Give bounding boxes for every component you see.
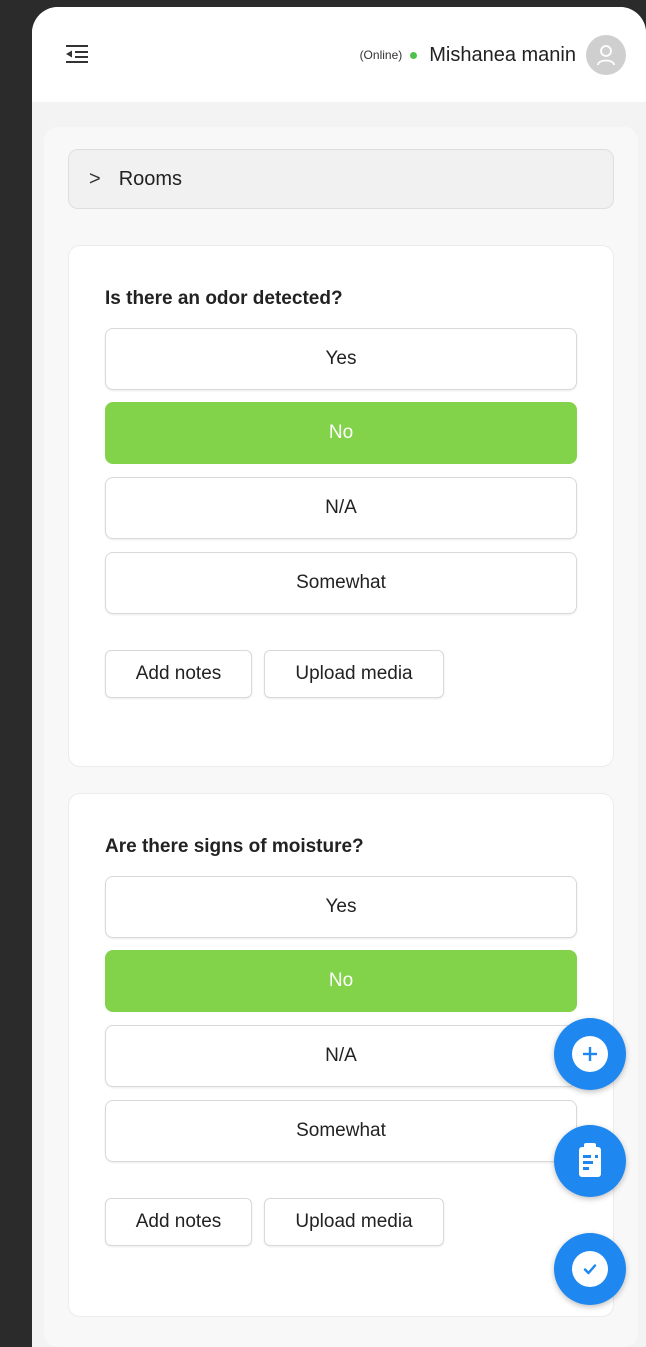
online-dot-icon — [410, 51, 418, 59]
add-fab-button[interactable] — [554, 1018, 626, 1090]
avatar[interactable] — [586, 35, 626, 75]
option-somewhat[interactable]: Somewhat — [105, 552, 577, 614]
question-card-moisture: Are there signs of moisture? Yes No N/A … — [68, 793, 614, 1317]
option-yes[interactable]: Yes — [105, 876, 577, 938]
rooms-accordion[interactable]: > Rooms — [68, 149, 614, 209]
clipboard-icon — [579, 1143, 601, 1177]
question-text: Is there an odor detected? — [105, 288, 343, 309]
upload-media-button[interactable]: Upload media — [264, 1198, 444, 1246]
option-no[interactable]: No — [105, 950, 577, 1012]
inspection-content: > Rooms Is there an odor detected? Yes N… — [44, 127, 638, 1347]
question-text: Are there signs of moisture? — [105, 836, 364, 857]
online-status-text: (Online) — [359, 48, 403, 62]
option-somewhat[interactable]: Somewhat — [105, 1100, 577, 1162]
option-na[interactable]: N/A — [105, 1025, 577, 1087]
top-bar: (Online) Mishanea manin — [32, 7, 646, 102]
add-notes-button[interactable]: Add notes — [105, 650, 252, 698]
complete-fab-button[interactable] — [554, 1233, 626, 1305]
option-no[interactable]: No — [105, 402, 577, 464]
chevron-right-icon: > — [89, 167, 101, 190]
plus-icon — [572, 1036, 608, 1072]
user-status: (Online) Mishanea manin — [359, 35, 626, 75]
option-yes[interactable]: Yes — [105, 328, 577, 390]
rooms-label: Rooms — [118, 167, 183, 190]
menu-collapse-icon[interactable] — [66, 44, 88, 64]
user-icon — [597, 45, 615, 66]
check-icon — [572, 1251, 608, 1287]
question-card-odor: Is there an odor detected? Yes No N/A So… — [68, 245, 614, 767]
upload-media-button[interactable]: Upload media — [264, 650, 444, 698]
user-name[interactable]: Mishanea manin — [429, 44, 576, 67]
app-screen: (Online) Mishanea manin > Rooms Is there… — [32, 7, 646, 1347]
clipboard-fab-button[interactable] — [554, 1125, 626, 1197]
option-na[interactable]: N/A — [105, 477, 577, 539]
add-notes-button[interactable]: Add notes — [105, 1198, 252, 1246]
